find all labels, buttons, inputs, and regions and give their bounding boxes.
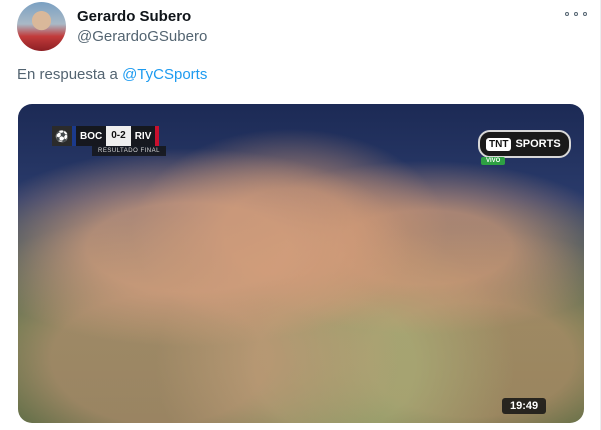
tnt-logo-mark: TNT	[486, 137, 512, 151]
away-team: RIV	[134, 130, 152, 142]
reply-context: En respuesta a @TyCSports	[17, 66, 207, 83]
channel-name: SPORTS	[515, 138, 561, 150]
more-dot	[565, 12, 569, 16]
scorebug: ⚽ BOC 0-2 RIV	[52, 126, 160, 146]
more-options-icon[interactable]	[565, 6, 587, 22]
reply-mention-link[interactable]: @TyCSports	[122, 66, 207, 83]
channel-logo: TNT SPORTS	[478, 130, 571, 158]
more-dot	[583, 12, 587, 16]
home-team: BOC	[80, 130, 103, 142]
more-dot	[574, 12, 578, 16]
live-badge: VIVO	[481, 157, 506, 165]
away-team-color	[155, 126, 160, 146]
match-status: RESULTADO FINAL	[92, 146, 166, 156]
video-timecode: 19:49	[502, 398, 547, 414]
avatar[interactable]	[17, 2, 66, 51]
reply-prefix: En respuesta a	[17, 66, 123, 83]
author-handle[interactable]: @GerardoGSubero	[77, 28, 207, 45]
author-display-name[interactable]: Gerardo Subero	[77, 8, 191, 25]
match-score: 0-2	[106, 126, 131, 146]
league-logo-icon: ⚽	[52, 126, 72, 146]
tweet-card: Gerardo Subero @GerardoGSubero En respue…	[0, 0, 601, 430]
tweet-media-image[interactable]: ⚽ BOC 0-2 RIV RESULTADO FINAL TNT SPORTS…	[18, 104, 584, 423]
